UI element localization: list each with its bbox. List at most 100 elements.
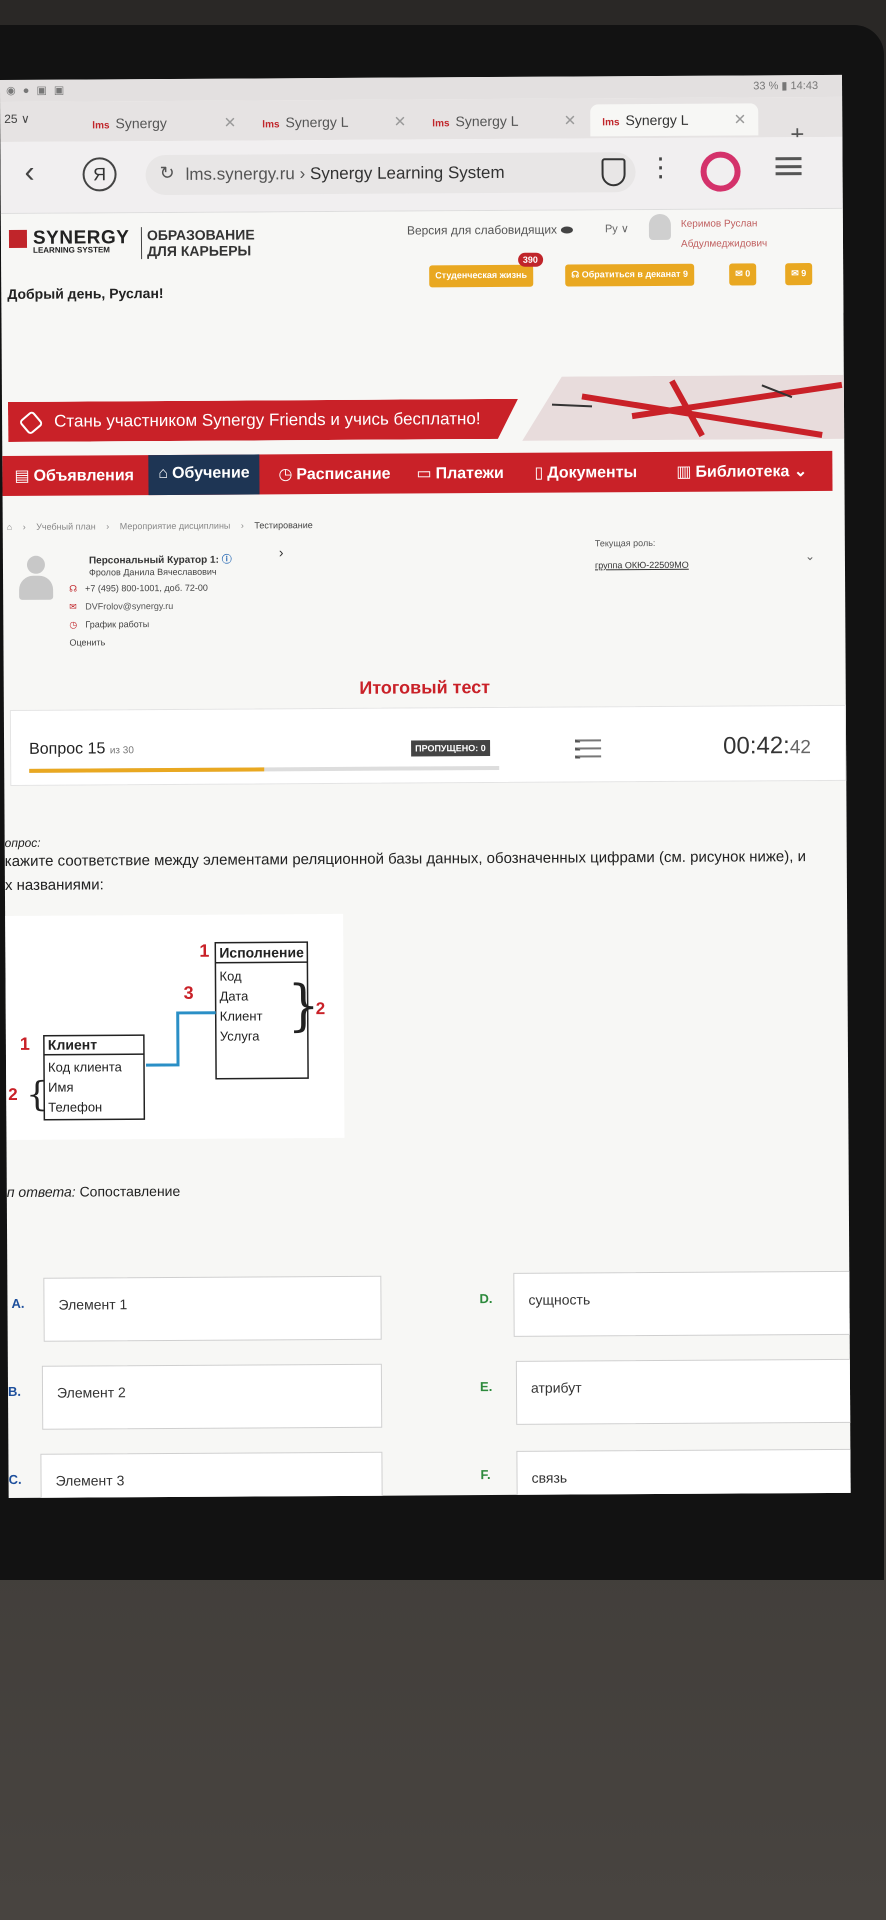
breadcrumb-item[interactable]: Мероприятие дисциплины	[120, 521, 231, 532]
question-list-icon[interactable]	[575, 737, 602, 761]
browser-tab-active[interactable]: lms Synergy L ✕	[590, 103, 759, 137]
home-icon[interactable]: ⌂	[7, 522, 12, 532]
contact-dean-button[interactable]: ☊ Обратиться в деканат 9	[565, 263, 695, 287]
close-icon[interactable]: ✕	[224, 114, 237, 132]
main-nav: ▤ Объявления ⌂ Обучение ◷ Расписание ▭ Плате…	[2, 450, 833, 496]
curator-email[interactable]: ✉ DVFrolov@synergy.ru	[69, 601, 173, 613]
alice-assistant-icon[interactable]	[700, 151, 741, 192]
close-icon[interactable]: ✕	[734, 110, 747, 128]
more-vert-icon[interactable]: ⋮	[647, 152, 673, 183]
promo-banner[interactable]: Стань участником Synergy Friends и учись…	[8, 399, 518, 442]
promo-text: Стань участником Synergy Friends и учись…	[54, 409, 481, 431]
brace-icon: {	[26, 1075, 48, 1115]
lms-logo-icon: lms	[92, 120, 110, 132]
curator-phone-text: +7 (495) 800-1001, доб. 72-00	[85, 582, 208, 594]
url-field[interactable]: ↻ lms.synergy.ru › Synergy Learning Syst…	[145, 152, 636, 196]
browser-tab[interactable]: lms Synergy L ✕	[420, 104, 588, 137]
avatar-head	[26, 555, 46, 574]
clock-icon: ◷	[69, 619, 78, 630]
match-item-drop-zone[interactable]: Элемент 1	[43, 1275, 382, 1342]
nav-learning[interactable]: ⌂ Обучение	[148, 454, 260, 496]
list-line	[575, 739, 602, 743]
battery-clock: 33 % ▮ 14:43	[753, 80, 819, 93]
breadcrumb-item[interactable]: Учебный план	[36, 521, 96, 531]
close-icon[interactable]: ✕	[394, 113, 407, 131]
shield-icon[interactable]	[601, 158, 626, 187]
match-item-drop-zone[interactable]: Элемент 3	[40, 1451, 383, 1498]
rate-curator-link[interactable]: Оценить	[69, 637, 105, 647]
mail-button[interactable]: ✉ 9	[785, 263, 813, 286]
reload-icon[interactable]: ↻	[160, 163, 175, 184]
user-avatar[interactable]	[648, 213, 671, 241]
option-letter: F.	[480, 1467, 491, 1483]
yandex-icon[interactable]: Я	[82, 157, 117, 192]
entity-marker-right: 1	[199, 941, 209, 961]
answer-type-label: п ответа:	[6, 1183, 76, 1200]
relationship-line	[146, 1011, 216, 1067]
browser-tab[interactable]: lms Synergy ✕	[80, 106, 248, 139]
messages-button[interactable]: ✉ 0	[729, 263, 757, 286]
student-life-button[interactable]: Студенческая жизнь 390	[429, 252, 543, 288]
headset-icon: ☊	[571, 269, 582, 280]
nav-schedule[interactable]: ◷ Расписание	[278, 454, 390, 495]
url-separator: ›	[294, 164, 311, 184]
curator-title-text: Персональный Куратор 1:	[88, 554, 219, 567]
chevron-right-icon[interactable]: ›	[279, 544, 284, 560]
nav-library[interactable]: ▥ Библиотека ⌄	[676, 451, 807, 492]
help-icon[interactable]: ⓘ	[222, 555, 232, 566]
nav-label: Расписание	[296, 465, 391, 484]
timer-seconds: 42	[789, 737, 812, 759]
tab-bar: 25 ∨ lms Synergy ✕ lms Synergy L ✕ lms Syne…	[0, 96, 843, 148]
menu-icon[interactable]	[775, 157, 802, 176]
chevron-down-icon[interactable]: ⌄	[805, 549, 815, 563]
pill-label: Студенческая жизнь	[435, 269, 528, 281]
tab-count-button[interactable]: 25 ∨	[4, 112, 30, 126]
accessibility-link[interactable]: Версия для слабовидящих	[407, 222, 577, 238]
entity-field: Услуга	[220, 1028, 261, 1043]
curator-title[interactable]: Персональный Куратор 1: ⓘ	[89, 551, 232, 567]
user-name-line: Керимов Руслан	[680, 218, 758, 230]
curator-schedule[interactable]: ◷ График работы	[69, 619, 149, 630]
user-name[interactable]: Керимов Руслан Абдулмеджидович	[681, 214, 821, 255]
avatar-body	[19, 575, 54, 600]
browser-screen: ◉ ● ▣ ▣ 33 % ▮ 14:43 25 ∨ lms Synergy ✕ l…	[0, 74, 851, 1498]
address-bar: ‹ Я ↻ lms.synergy.ru › Synergy Learning …	[0, 136, 843, 214]
entity-title-right: Исполнение	[219, 944, 304, 961]
match-option-draggable[interactable]: связь	[516, 1448, 851, 1498]
close-icon[interactable]: ✕	[564, 111, 577, 129]
mail-icon: ✉	[791, 268, 802, 279]
status-icons: ◉ ● ▣ ▣	[6, 84, 67, 97]
test-title: Итоговый тест	[359, 677, 491, 698]
back-arrow-icon[interactable]: ‹	[24, 156, 34, 190]
entity-field: Код клиента	[48, 1059, 123, 1074]
announcements-icon: ▤	[14, 467, 30, 485]
question-total: из 30	[109, 745, 134, 757]
question-line: кажите соответствие между элементами рел…	[4, 848, 806, 870]
curator-avatar	[19, 555, 54, 602]
role-value[interactable]: группа ОКЮ-22509МО	[595, 560, 689, 571]
curator-schedule-text: График работы	[85, 619, 150, 630]
logo-tagline-1: ОБРАЗОВАНИЕ	[146, 226, 255, 244]
clock-icon: ◷	[278, 466, 293, 484]
envelope-icon: ✉	[69, 601, 77, 612]
logo-sub: LEARNING SYSTEM	[33, 245, 110, 255]
option-letter: E.	[479, 1379, 493, 1395]
nav-announcements[interactable]: ▤ Объявления	[14, 455, 134, 496]
entity-header-line	[215, 961, 308, 964]
promo-decoration	[522, 374, 845, 441]
language-select[interactable]: Ру ∨	[605, 222, 629, 235]
match-item-drop-zone[interactable]: Элемент 2	[41, 1363, 383, 1430]
nav-payments[interactable]: ▭ Платежи	[416, 453, 504, 494]
breadcrumb-item-current: Тестирование	[254, 520, 313, 531]
browser-tab[interactable]: lms Synergy L ✕	[250, 105, 418, 138]
skipped-badge: ПРОПУЩЕНО: 0	[411, 740, 490, 757]
entity-marker-left: 1	[20, 1034, 30, 1054]
nav-label: Платежи	[435, 464, 504, 483]
book-icon: ▥	[676, 463, 692, 481]
match-option-draggable[interactable]: сущность	[513, 1270, 851, 1337]
curator-email-text: DVFrolov@synergy.ru	[85, 600, 174, 612]
nav-documents[interactable]: ▯ Документы	[534, 452, 637, 493]
match-option-draggable[interactable]: атрибут	[515, 1358, 851, 1425]
entity-field: Дата	[220, 988, 250, 1003]
bandage-icon	[18, 410, 43, 435]
